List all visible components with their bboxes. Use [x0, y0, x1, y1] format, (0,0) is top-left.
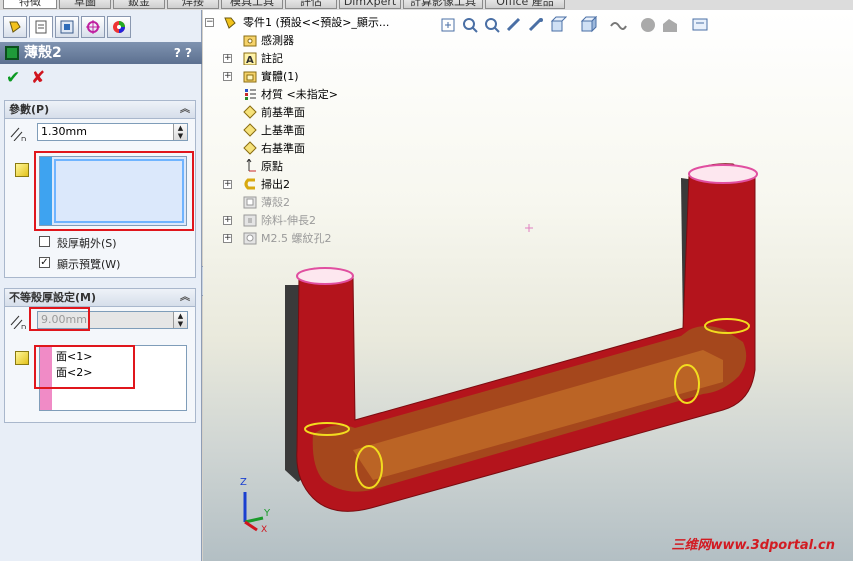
- tab-office-products[interactable]: Office 產品: [485, 0, 565, 9]
- thickness-dimension-icon: D1: [10, 127, 27, 141]
- outward-checkbox[interactable]: [39, 236, 50, 247]
- parameters-group: 參數(P) ︽ D1 1.30mm ▲▼ 殼厚朝外(S) ✓ 顯示預覽(W): [4, 100, 196, 278]
- triad-x-label: X: [261, 525, 267, 532]
- tab-sketch[interactable]: 草圖: [59, 0, 111, 9]
- feature-title-bar: 薄殼2 ? ?: [0, 42, 202, 64]
- origin-marker: [525, 224, 533, 232]
- preview-label: 顯示預覽(W): [57, 258, 121, 271]
- property-manager-tab[interactable]: [29, 16, 53, 38]
- tab-render-tools[interactable]: 計算影像工具: [403, 0, 483, 9]
- highlight-box: [34, 151, 194, 231]
- tab-evaluate[interactable]: 評估: [285, 0, 337, 9]
- multi-thickness-group: 不等殼厚設定(M) ︽ D1 9.00mm ▲▼ 面<1> 面<2>: [4, 288, 196, 423]
- help-buttons[interactable]: ? ?: [174, 42, 192, 64]
- manager-tabs: [0, 16, 202, 38]
- svg-text:D1: D1: [21, 136, 27, 141]
- ok-cancel-row: ✔ ✘: [4, 68, 194, 90]
- x-icon[interactable]: ✘: [31, 68, 45, 88]
- highlight-box: [34, 345, 135, 389]
- tab-weldments[interactable]: 焊接: [167, 0, 219, 9]
- command-manager-tabs: 特徵 草圖 鈑金 焊接 模具工具 評估 DimXpert 計算影像工具 Offi…: [0, 0, 853, 10]
- tab-sheet-metal[interactable]: 鈑金: [113, 0, 165, 9]
- tab-features[interactable]: 特徵: [3, 0, 57, 9]
- tab-dimxpert[interactable]: DimXpert: [339, 0, 401, 9]
- faces-to-remove-icon: [15, 163, 29, 177]
- color-wheel-icon: [113, 21, 125, 33]
- open-end-left[interactable]: [296, 267, 354, 285]
- property-manager-panel: 薄殼2 ? ? ✔ ✘ 參數(P) ︽ D1 1.30mm ▲▼ 殼厚朝外(S)…: [0, 10, 202, 561]
- multi-thickness-dimension-icon: D1: [10, 315, 27, 329]
- watermark: 三维网www.3dportal.cn: [671, 538, 835, 553]
- thickness-spinner[interactable]: ▲ ▼: [173, 124, 187, 140]
- preview-checkbox[interactable]: ✓: [39, 257, 50, 268]
- highlight-box: [29, 307, 90, 331]
- thickness-input[interactable]: 1.30mm ▲ ▼: [37, 123, 188, 141]
- feature-manager-tab[interactable]: [3, 16, 27, 38]
- shell-feature-icon: [5, 46, 19, 60]
- collapse-up-icon[interactable]: ︽: [180, 289, 190, 307]
- collapse-up-icon[interactable]: ︽: [180, 101, 190, 119]
- reference-triad: Z Y X: [240, 477, 271, 532]
- display-manager-tab[interactable]: [107, 16, 131, 38]
- open-end-right[interactable]: [688, 164, 758, 184]
- parameters-header[interactable]: 參數(P) ︽: [5, 101, 195, 119]
- multi-thickness-header[interactable]: 不等殼厚設定(M) ︽: [5, 289, 195, 307]
- model-view[interactable]: [203, 10, 853, 561]
- thickness-value: 1.30mm: [41, 125, 87, 138]
- configuration-icon: [60, 20, 74, 34]
- dimxpert-manager-tab[interactable]: [81, 16, 105, 38]
- triad-z-label: Z: [240, 477, 247, 488]
- configuration-manager-tab[interactable]: [55, 16, 79, 38]
- multi-thickness-spinner[interactable]: ▲ ▼: [173, 312, 187, 328]
- feature-tree-icon: [9, 21, 21, 33]
- feature-title: 薄殼2: [24, 45, 62, 61]
- multi-thickness-title: 不等殼厚設定(M): [9, 291, 97, 304]
- multi-thickness-faces-icon: [15, 351, 29, 365]
- graphics-area[interactable]: − 零件1 (預設<<預設>_顯示... 感測器 + A 註記 + 實體(1) …: [203, 10, 853, 561]
- crosshair-icon: [86, 20, 100, 34]
- parameters-title: 參數(P): [9, 103, 50, 116]
- triad-y-label: Y: [263, 508, 271, 519]
- tab-mold-tools[interactable]: 模具工具: [221, 0, 283, 9]
- outward-label: 殼厚朝外(S): [57, 237, 117, 250]
- property-sheet-icon: [35, 20, 47, 34]
- svg-text:D1: D1: [21, 324, 27, 329]
- check-icon[interactable]: ✔: [6, 68, 20, 88]
